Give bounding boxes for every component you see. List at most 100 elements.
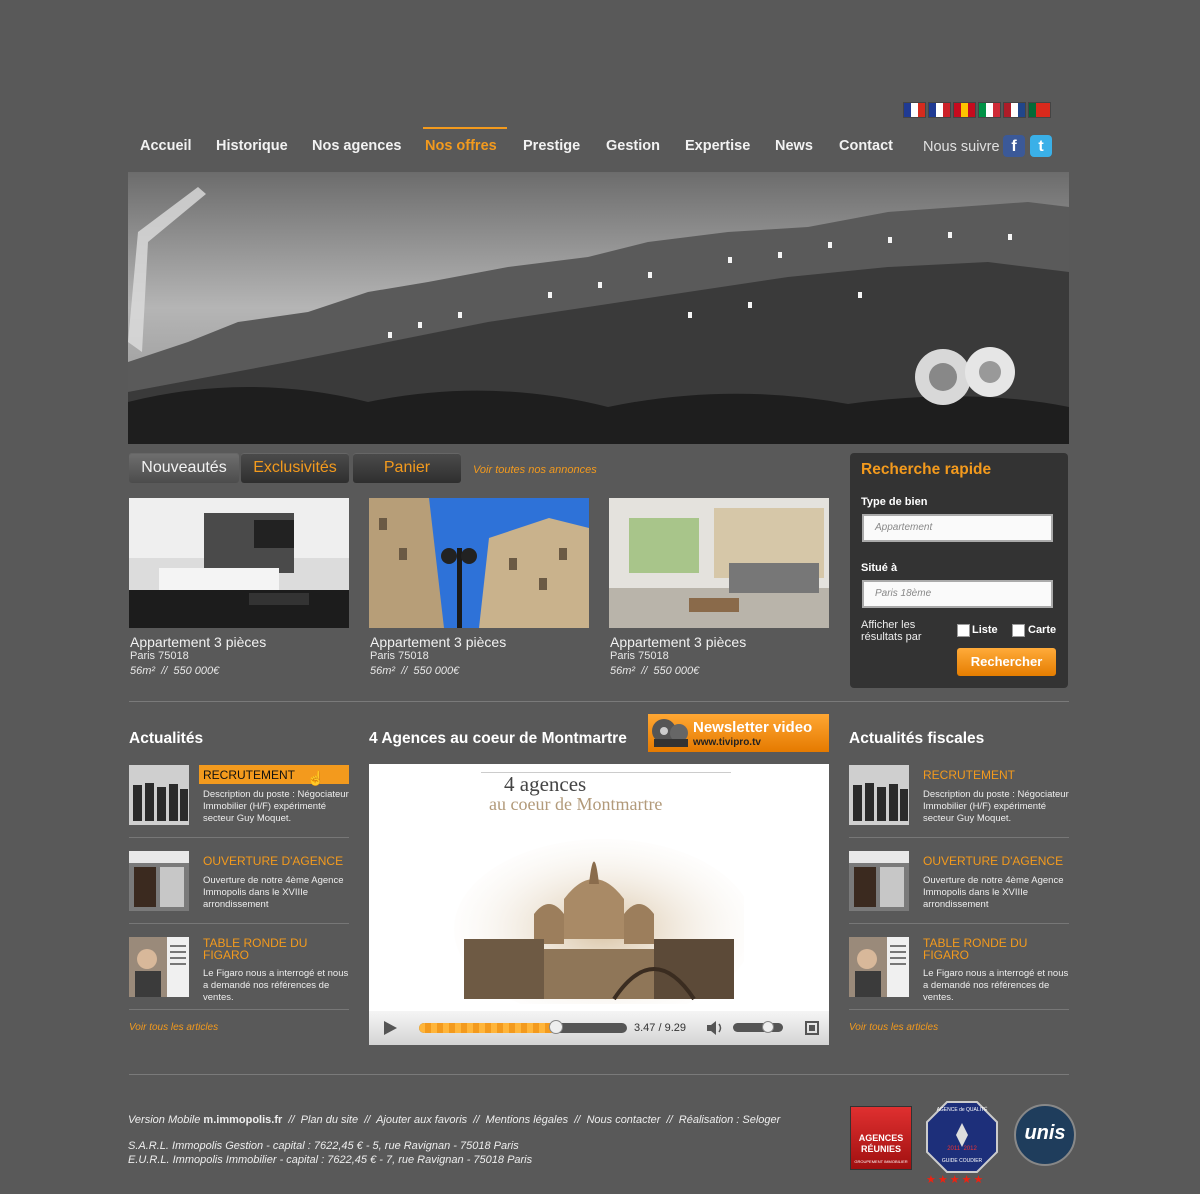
nav-historique[interactable]: Historique	[216, 138, 288, 154]
badge3-text: unis	[1024, 1122, 1066, 1144]
news-thumb-3[interactable]	[129, 937, 189, 997]
play-icon[interactable]	[383, 1021, 397, 1035]
nav-news[interactable]: News	[775, 138, 813, 154]
fullscreen-icon[interactable]	[805, 1021, 819, 1035]
news-thumb-2[interactable]	[129, 851, 189, 911]
news-separator	[129, 837, 349, 838]
fiscal-title-1[interactable]: RECRUTEMENT	[923, 769, 1015, 781]
listing-title-3[interactable]: Appartement 3 pièces	[610, 634, 746, 650]
tab-exclusivites[interactable]: Exclusivités	[241, 453, 349, 483]
nav-expertise[interactable]: Expertise	[685, 138, 750, 154]
nav-gestion[interactable]: Gestion	[606, 138, 660, 154]
badge1-line2: RÉUNIES	[860, 1144, 901, 1154]
footer-link-credits[interactable]: Réalisation : Seloger	[679, 1114, 781, 1126]
fiscal-section-title: Actualités fiscales	[849, 730, 985, 747]
news-title-2[interactable]: OUVERTURE D'AGENCE	[203, 855, 343, 867]
listing-location-1: Paris 75018	[130, 650, 189, 662]
flag-es-icon[interactable]	[953, 102, 976, 118]
volume-icon[interactable]	[707, 1021, 725, 1035]
video-progress-handle[interactable]	[549, 1020, 564, 1034]
flag-fr-icon[interactable]	[903, 102, 926, 118]
footer-link-legal[interactable]: Mentions légales	[486, 1114, 569, 1126]
news-desc-2: Ouverture de notre 4ème Agence Immopolis…	[203, 875, 344, 910]
tab-nouveautes[interactable]: Nouveautés	[129, 453, 239, 483]
video-progress-track[interactable]	[419, 1020, 627, 1034]
fiscal-desc-3: Le Figaro nous a interrogé et nous a dem…	[923, 968, 1069, 1003]
twitter-icon[interactable]: t	[1030, 135, 1052, 157]
news-separator	[849, 1009, 1069, 1010]
news-desc-1: Description du poste : Négociateur Immob…	[203, 789, 349, 824]
location-label: Situé à	[861, 562, 898, 574]
nav-nos-agences[interactable]: Nos agences	[312, 138, 401, 154]
nav-prestige[interactable]: Prestige	[523, 138, 580, 154]
legal-line-2: E.U.R.L. Immopolis Immobilier - capital …	[128, 1154, 533, 1166]
fiscal-desc-1: Description du poste : Négociateur Immob…	[923, 789, 1069, 824]
footer-link-contact[interactable]: Nous contacter	[586, 1114, 660, 1126]
search-button[interactable]: Rechercher	[957, 648, 1056, 676]
fiscal-thumb-1[interactable]	[849, 765, 909, 825]
footer-link-favorites[interactable]: Ajouter aux favoris	[376, 1114, 467, 1126]
divider	[129, 1074, 1069, 1075]
nav-contact[interactable]: Contact	[839, 138, 893, 154]
map-checkbox[interactable]	[1012, 624, 1025, 637]
flag-it-icon[interactable]	[978, 102, 1001, 118]
fiscal-thumb-3[interactable]	[849, 937, 909, 997]
listing-title-2[interactable]: Appartement 3 pièces	[370, 634, 506, 650]
newsletter-video-banner[interactable]: Newsletter video www.tivipro.tv	[648, 714, 829, 752]
volume-handle[interactable]	[762, 1021, 774, 1033]
fiscal-title-3[interactable]: TABLE RONDE DU FIGARO	[923, 937, 1063, 961]
news-section-title: Actualités	[129, 730, 204, 747]
nav-nos-offres[interactable]: Nos offres	[423, 127, 507, 154]
video-progress-fill	[419, 1023, 557, 1033]
listing-title-1[interactable]: Appartement 3 pièces	[130, 634, 266, 650]
mobile-prefix: Version Mobile	[128, 1114, 201, 1126]
video-player[interactable]: 4 agences au coeur de Montmartre	[369, 764, 829, 1045]
footer-link-sitemap[interactable]: Plan du site	[301, 1114, 358, 1126]
news-title-1[interactable]: RECRUTEMENT	[203, 769, 295, 781]
newsletter-video-url: www.tivipro.tv	[693, 737, 761, 748]
flag-pt-icon[interactable]	[1028, 102, 1051, 118]
map-option-label: Carte	[1028, 624, 1057, 636]
property-type-field[interactable]: Appartement	[862, 514, 1053, 542]
volume-track[interactable]	[733, 1021, 783, 1033]
news-separator	[129, 1009, 349, 1010]
fiscal-title-2[interactable]: OUVERTURE D'AGENCE	[923, 855, 1063, 867]
nav-accueil[interactable]: Accueil	[140, 138, 192, 154]
news-title-3[interactable]: TABLE RONDE DU FIGARO	[203, 937, 343, 961]
list-option-label: Liste	[972, 624, 998, 636]
location-field[interactable]: Paris 18ème	[862, 580, 1053, 608]
mobile-site-link[interactable]: m.immopolis.fr	[203, 1114, 282, 1126]
fiscal-thumb-2[interactable]	[849, 851, 909, 911]
flag-nl-icon[interactable]	[1003, 102, 1026, 118]
news-thumb-1[interactable]	[129, 765, 189, 825]
listing-image-2[interactable]	[369, 498, 589, 628]
news-all-link[interactable]: Voir tous les articles	[129, 1022, 218, 1033]
listing-location-3: Paris 75018	[610, 650, 669, 662]
sacre-coeur-illustration	[454, 839, 744, 1004]
listing-image-3[interactable]	[609, 498, 829, 628]
news-desc-3: Le Figaro nous a interrogé et nous a dem…	[203, 968, 349, 1003]
all-listings-link[interactable]: Voir toutes nos annonces	[473, 464, 597, 476]
tab-panier[interactable]: Panier	[353, 453, 461, 483]
fiscal-all-link[interactable]: Voir tous les articles	[849, 1022, 938, 1033]
rating-stars: ★★★★★	[926, 1174, 986, 1186]
badge2-line3: GUIDE COUDIER	[941, 1158, 983, 1164]
news-separator	[129, 923, 349, 924]
news-separator	[849, 923, 1069, 924]
flag-uk-icon[interactable]	[928, 102, 951, 118]
property-type-label: Type de bien	[861, 496, 928, 508]
unis-logo[interactable]: unis	[1014, 1104, 1076, 1166]
facebook-icon[interactable]: f	[1003, 135, 1025, 157]
fiscal-desc-2: Ouverture de notre 4ème Agence Immopolis…	[923, 875, 1064, 910]
agences-reunies-logo[interactable]: AGENCES RÉUNIES GROUPEMENT IMMOBILIER	[850, 1106, 912, 1170]
video-controls: 3.47 / 9.29	[369, 1011, 829, 1045]
agence-qualite-badge[interactable]: AGENCE de QUALITÉ 2011 2012 GUIDE COUDIE…	[926, 1101, 998, 1173]
listing-location-2: Paris 75018	[370, 650, 429, 662]
hero-banner	[128, 172, 1069, 444]
list-checkbox[interactable]	[957, 624, 970, 637]
quick-search-title: Recherche rapide	[861, 461, 992, 478]
listing-image-1[interactable]	[129, 498, 349, 628]
listing-details-2: 56m² // 550 000€	[370, 665, 460, 677]
listing-details-1: 56m² // 550 000€	[130, 665, 220, 677]
badge1-line3: GROUPEMENT IMMOBILIER	[854, 1159, 908, 1164]
